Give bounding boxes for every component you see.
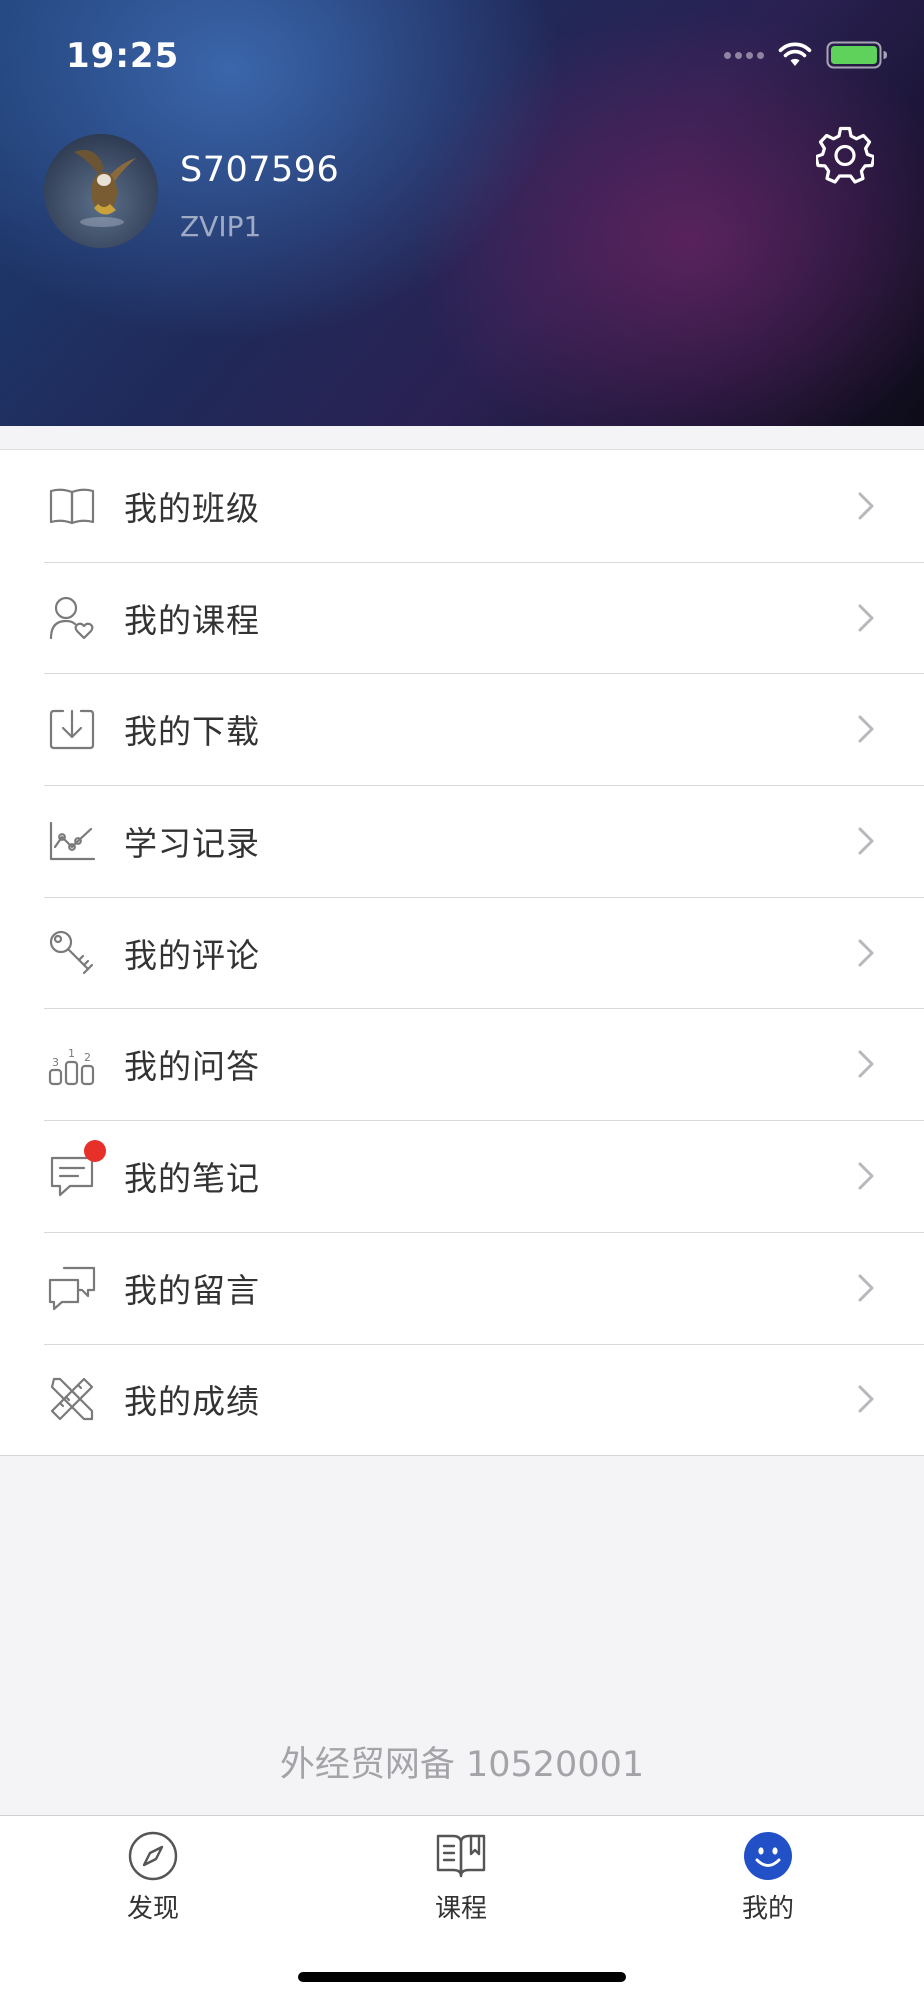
notification-badge: [84, 1140, 106, 1163]
battery-icon: [826, 41, 887, 69]
icp-record-text: 外经贸网备 10520001: [279, 1745, 645, 1785]
menu-item-label: 我的评论: [124, 935, 260, 975]
user-heart-icon: [48, 594, 96, 642]
menu-item-my-comments[interactable]: 我的评论: [0, 896, 924, 1009]
menu-item-label: 我的成绩: [124, 1382, 260, 1422]
home-indicator: [298, 1972, 626, 1982]
tab-label: 课程: [434, 1894, 487, 1924]
settings-button[interactable]: [814, 124, 876, 186]
menu-item-my-downloads[interactable]: 我的下载: [0, 673, 924, 785]
avatar[interactable]: [44, 134, 158, 248]
chevron-right-icon: [858, 1385, 874, 1413]
svg-text:2: 2: [84, 1051, 91, 1064]
chevron-right-icon: [858, 492, 874, 520]
menu-item-label: 我的班级: [124, 488, 260, 528]
wifi-icon: [778, 42, 812, 66]
chevron-right-icon: [858, 827, 874, 855]
menu-item-my-notes[interactable]: 我的笔记: [0, 1120, 924, 1232]
tab-label: 我的: [741, 1894, 794, 1924]
cellular-signal-icon: [724, 51, 764, 59]
chevron-right-icon: [858, 604, 874, 632]
chevron-right-icon: [858, 1274, 874, 1302]
menu-item-label: 我的问答: [124, 1047, 260, 1087]
chevron-right-icon: [858, 1162, 874, 1190]
menu-item-label: 我的留言: [124, 1270, 260, 1310]
tab-label: 发现: [126, 1894, 179, 1924]
gear-icon: [816, 126, 874, 184]
menu-item-label: 我的笔记: [124, 1158, 260, 1198]
tab-discover[interactable]: 发现: [73, 1816, 233, 1941]
chat-bubbles-icon: [48, 1264, 96, 1312]
vip-level: ZVIP1: [180, 210, 262, 243]
download-icon: [48, 705, 96, 753]
bird-photo-icon: [44, 134, 158, 248]
tab-mine[interactable]: 我的: [688, 1816, 848, 1941]
line-chart-icon: [48, 817, 96, 865]
svg-text:3: 3: [52, 1056, 59, 1069]
menu-item-my-qa[interactable]: 312 我的问答: [0, 1008, 924, 1120]
menu-list: 我的班级 我的课程 我的下载 学习记录 我的评论 3 1 2 我的问答 我的笔记…: [0, 449, 924, 1457]
chevron-right-icon: [858, 1050, 874, 1078]
menu-item-label: 我的下载: [124, 712, 260, 752]
chevron-right-icon: [858, 939, 874, 967]
profile-header: 19:25 S707596 ZVIP1: [0, 0, 924, 426]
status-time: 19:25: [66, 36, 180, 76]
menu-item-my-class[interactable]: 我的班级: [0, 450, 924, 562]
open-book-icon: [48, 482, 96, 530]
key-icon: [48, 929, 96, 977]
tab-courses[interactable]: 课程: [381, 1816, 541, 1941]
compass-icon: [128, 1831, 178, 1881]
menu-item-my-messages[interactable]: 我的留言: [0, 1231, 924, 1344]
username: S707596: [180, 150, 340, 190]
svg-text:1: 1: [68, 1047, 75, 1060]
book-icon: [436, 1834, 486, 1878]
smiley-icon: [744, 1832, 792, 1880]
chevron-right-icon: [858, 715, 874, 743]
menu-item-label: 我的课程: [124, 600, 260, 640]
menu-item-my-courses[interactable]: 我的课程: [0, 561, 924, 674]
ruler-pencil-icon: [48, 1375, 96, 1423]
podium-ranking-icon: 312: [48, 1040, 96, 1088]
menu-item-my-grades[interactable]: 我的成绩: [0, 1343, 924, 1456]
status-icons: [724, 40, 888, 70]
menu-item-study-records[interactable]: 学习记录: [0, 785, 924, 897]
menu-item-label: 学习记录: [124, 823, 260, 863]
